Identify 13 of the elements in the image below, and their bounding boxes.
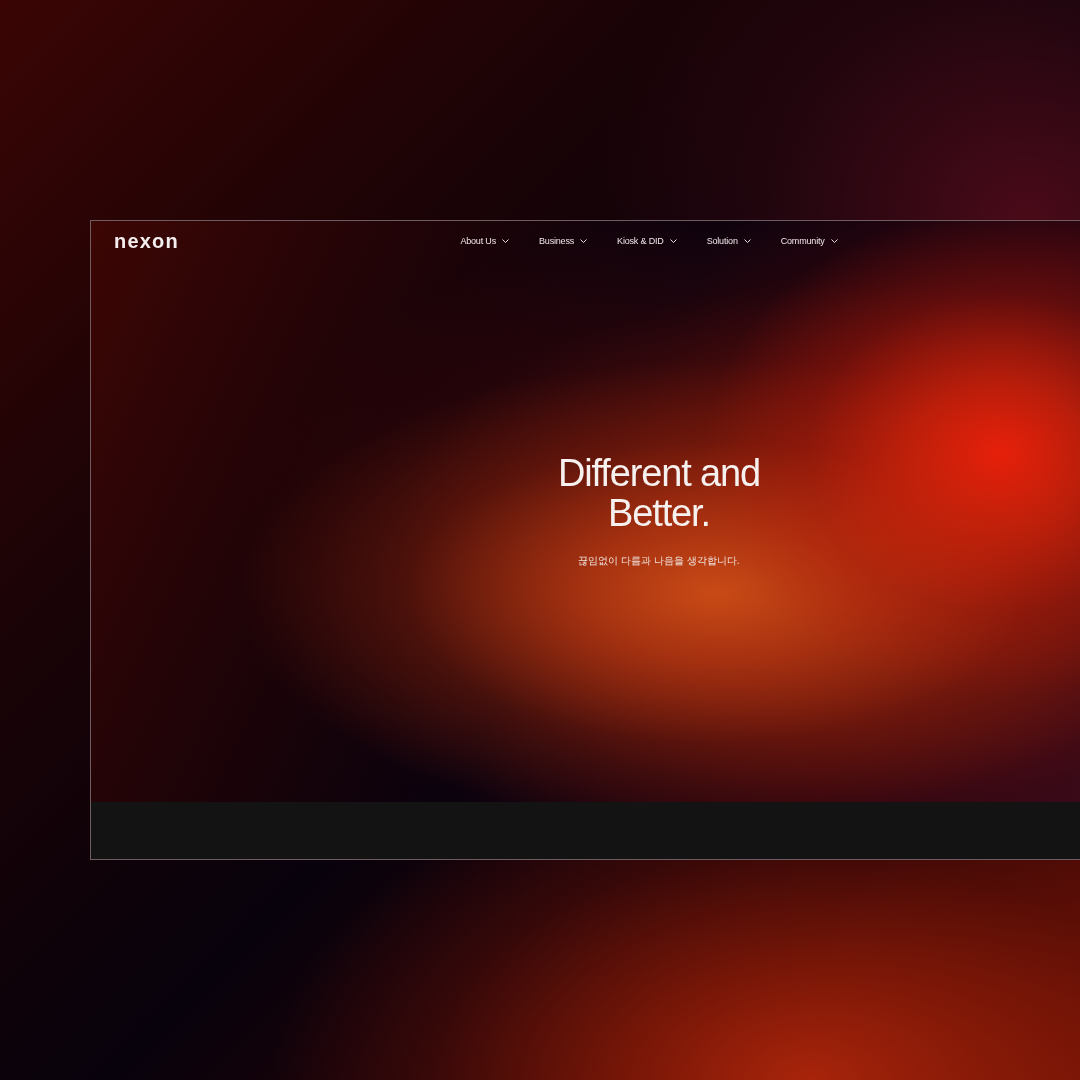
hero-headline: Different and Better. bbox=[557, 453, 761, 533]
chevron-down-icon bbox=[830, 239, 838, 243]
nav-menu-item[interactable]: Solution bbox=[706, 235, 751, 247]
chevron-down-icon bbox=[502, 239, 509, 243]
chevron-down-icon bbox=[669, 239, 677, 243]
hero-subtitle: 끊임없이 다름과 나음을 생각합니다. bbox=[578, 555, 740, 567]
chevron-down-icon bbox=[580, 239, 588, 243]
chevron-down-icon bbox=[743, 239, 751, 243]
nav-menu-item[interactable]: Business bbox=[539, 235, 588, 247]
nav-menu-item[interactable]: About Us bbox=[460, 235, 509, 247]
nav-menu-item[interactable]: Kiosk & DID bbox=[617, 235, 677, 247]
nav-menu-item[interactable]: Community bbox=[780, 235, 838, 247]
nexon-logo[interactable]: nexon bbox=[114, 231, 179, 251]
